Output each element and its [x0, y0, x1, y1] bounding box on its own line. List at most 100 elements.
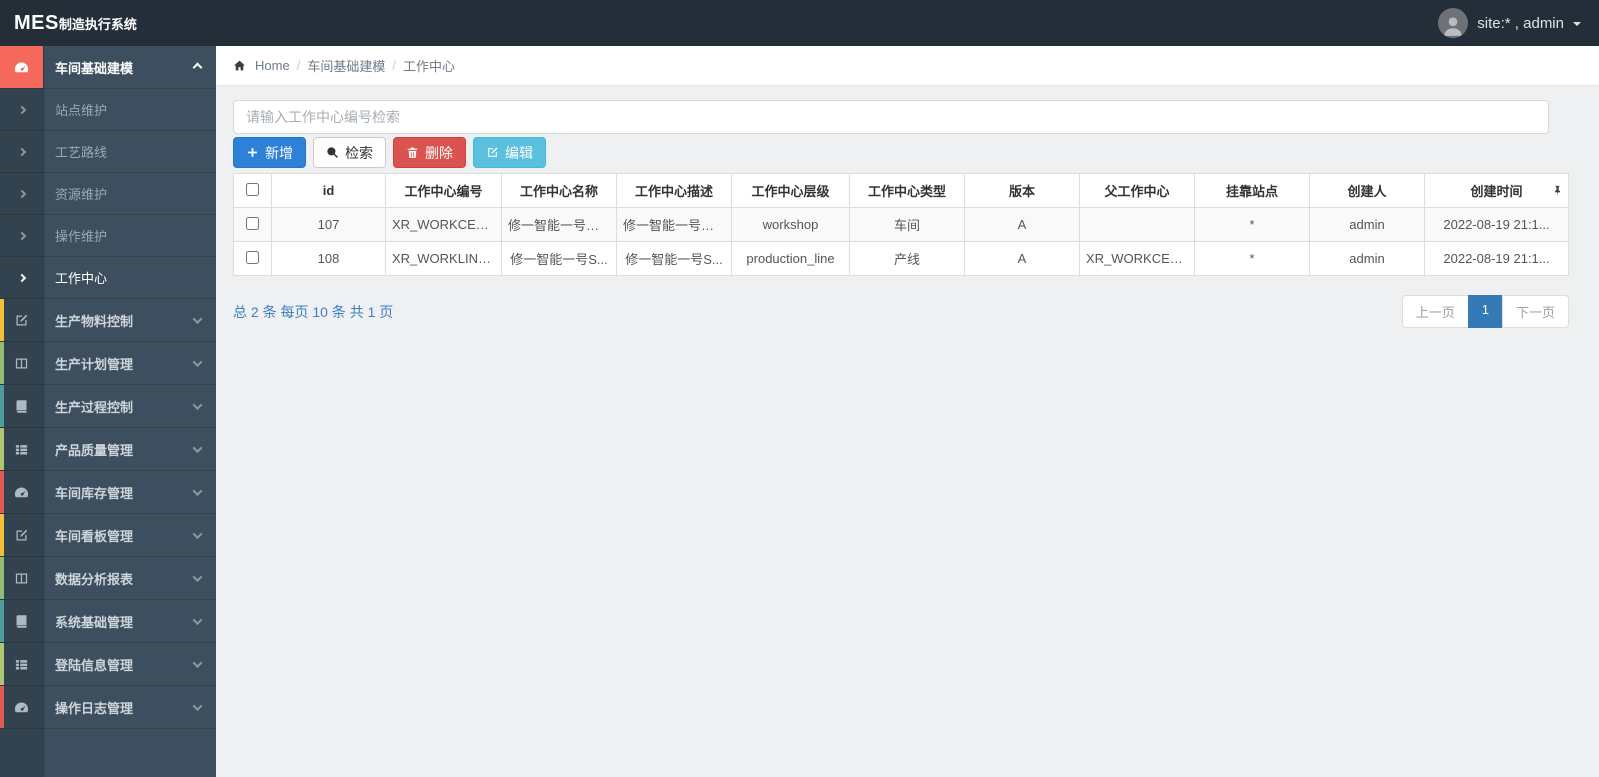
gauge-icon — [0, 686, 43, 728]
next-page-button[interactable]: 下一页 — [1501, 295, 1569, 328]
chevron-down-icon — [192, 313, 203, 324]
columns-icon — [0, 557, 43, 599]
app-logo: MES制造执行系统 — [14, 12, 137, 35]
sidebar-group-inventory-management[interactable]: 车间库存管理 — [0, 471, 216, 514]
chevron-down-icon — [192, 399, 203, 410]
chevron-down-icon — [192, 614, 203, 625]
column-header-created-label: 创建时间 — [1470, 184, 1523, 199]
chevron-down-icon — [192, 700, 203, 711]
sidebar-group-plan-management[interactable]: 生产计划管理 — [0, 342, 216, 385]
pagination-summary: 总 2 条 每页 10 条 共 1 页 — [233, 303, 394, 320]
sidebar-item-process-route[interactable]: 工艺路线 — [0, 131, 216, 173]
column-header-id[interactable]: id — [271, 173, 386, 208]
sidebar-group-quality-management[interactable]: 产品质量管理 — [0, 428, 216, 471]
sidebar-item-station-maintenance[interactable]: 站点维护 — [0, 89, 216, 131]
accent-bar — [0, 686, 4, 728]
sidebar-group-label: 车间库存管理 — [55, 485, 134, 501]
sidebar-group-analysis-reports[interactable]: 数据分析报表 — [0, 557, 216, 600]
pin-icon[interactable] — [1552, 184, 1563, 200]
search-input[interactable] — [233, 100, 1549, 134]
content: 新增 检索 删除 编辑 — [216, 86, 1599, 328]
breadcrumb-workshop-modeling[interactable]: 车间基础建模 — [307, 56, 385, 75]
search-button[interactable]: 检索 — [313, 137, 386, 168]
sidebar-item-resource-maintenance[interactable]: 资源维护 — [0, 173, 216, 215]
column-header-code[interactable]: 工作中心编号 — [385, 173, 502, 208]
column-header-level[interactable]: 工作中心层级 — [731, 173, 850, 208]
breadcrumb-separator: / — [296, 58, 301, 73]
column-header-creator[interactable]: 创建人 — [1309, 173, 1425, 208]
person-icon — [1444, 17, 1462, 36]
breadcrumb-home[interactable]: Home — [255, 58, 290, 73]
accent-bar — [0, 385, 4, 427]
book-icon — [0, 600, 43, 642]
table-row[interactable]: 107 XR_WORKCEN... 修一智能一号车间 修一智能一号车间 work… — [233, 207, 1569, 242]
sidebar-group-operation-log-management[interactable]: 操作日志管理 — [0, 686, 216, 729]
sidebar-item-work-center[interactable]: 工作中心 — [0, 257, 216, 299]
add-button[interactable]: 新增 — [233, 137, 306, 168]
delete-button[interactable]: 删除 — [393, 137, 466, 168]
column-header-created[interactable]: 创建时间 — [1424, 173, 1569, 208]
sidebar-item-label: 工作中心 — [55, 271, 108, 286]
topbar: MES制造执行系统 site:* , admin — [0, 0, 1599, 46]
chevron-down-icon — [192, 657, 203, 668]
breadcrumb-current: 工作中心 — [402, 59, 455, 74]
accent-bar — [0, 299, 4, 341]
column-header-parent[interactable]: 父工作中心 — [1079, 173, 1195, 208]
sidebar-group-label: 登陆信息管理 — [55, 657, 134, 673]
row-select-cell — [233, 207, 272, 242]
work-center-table: id 工作中心编号 工作中心名称 工作中心描述 工作中心层级 工作中心类型 版本… — [233, 173, 1569, 276]
logo-primary: MES — [14, 11, 59, 34]
user-label: site:* , admin — [1477, 14, 1564, 32]
column-header-version[interactable]: 版本 — [964, 173, 1080, 208]
sidebar-group-system-management[interactable]: 系统基础管理 — [0, 600, 216, 643]
column-header-name[interactable]: 工作中心名称 — [501, 173, 617, 208]
chevron-right-icon — [0, 215, 43, 256]
chevron-down-icon — [192, 571, 203, 582]
sidebar-group-kanban-management[interactable]: 车间看板管理 — [0, 514, 216, 557]
column-header-description[interactable]: 工作中心描述 — [616, 173, 732, 208]
chevron-right-icon — [0, 257, 43, 298]
accent-bar — [0, 428, 4, 470]
sidebar-item-operation-maintenance[interactable]: 操作维护 — [0, 215, 216, 257]
toolbar: 新增 检索 删除 编辑 — [233, 137, 1599, 168]
table-row[interactable]: 108 XR_WORKLINE... 修一智能一号S... 修一智能一号S...… — [233, 241, 1569, 276]
chevron-down-icon — [192, 528, 203, 539]
accent-bar — [0, 643, 4, 685]
logo-secondary: 制造执行系统 — [58, 16, 137, 32]
edit-button[interactable]: 编辑 — [473, 137, 546, 168]
page-1-button[interactable]: 1 — [1467, 295, 1503, 328]
edit-button-label: 编辑 — [505, 144, 533, 161]
gauge-icon — [0, 471, 43, 513]
prev-page-button[interactable]: 上一页 — [1401, 295, 1469, 328]
sidebar-item-label: 站点维护 — [55, 103, 108, 118]
chevron-right-icon — [0, 131, 43, 172]
sidebar-item-label: 操作维护 — [55, 229, 108, 244]
edit-square-icon — [0, 514, 43, 556]
row-checkbox[interactable] — [246, 250, 259, 264]
sidebar-group-label: 产品质量管理 — [55, 442, 134, 458]
pagination-controls: 上一页 1 下一页 — [1401, 295, 1569, 328]
user-menu[interactable]: site:* , admin — [1438, 8, 1581, 38]
sidebar-group-login-info-management[interactable]: 登陆信息管理 — [0, 643, 216, 686]
column-header-station[interactable]: 挂靠站点 — [1194, 173, 1310, 208]
sidebar-group-label: 车间看板管理 — [55, 528, 134, 544]
edit-icon — [488, 147, 498, 157]
chevron-right-icon — [0, 89, 43, 130]
accent-bar — [0, 600, 4, 642]
sidebar-group-label: 生产物料控制 — [55, 313, 134, 329]
breadcrumb-separator: / — [392, 58, 396, 73]
chevron-right-icon — [0, 173, 43, 214]
sidebar-group-material-control[interactable]: 生产物料控制 — [0, 299, 216, 342]
row-checkbox[interactable] — [246, 216, 259, 230]
select-all-checkbox[interactable] — [246, 182, 259, 196]
sidebar-group-label: 操作日志管理 — [55, 700, 134, 716]
gauge-icon — [0, 46, 43, 88]
add-button-label: 新增 — [265, 144, 293, 161]
column-header-type[interactable]: 工作中心类型 — [849, 173, 965, 208]
sidebar-group-workshop-modeling[interactable]: 车间基础建模 — [0, 46, 216, 89]
sidebar-group-label: 车间基础建模 — [55, 60, 134, 76]
sidebar-group-process-control[interactable]: 生产过程控制 — [0, 385, 216, 428]
search-button-label: 检索 — [345, 144, 373, 161]
breadcrumb: Home / 车间基础建模 / 工作中心 — [216, 46, 1599, 86]
list-icon — [0, 428, 43, 470]
